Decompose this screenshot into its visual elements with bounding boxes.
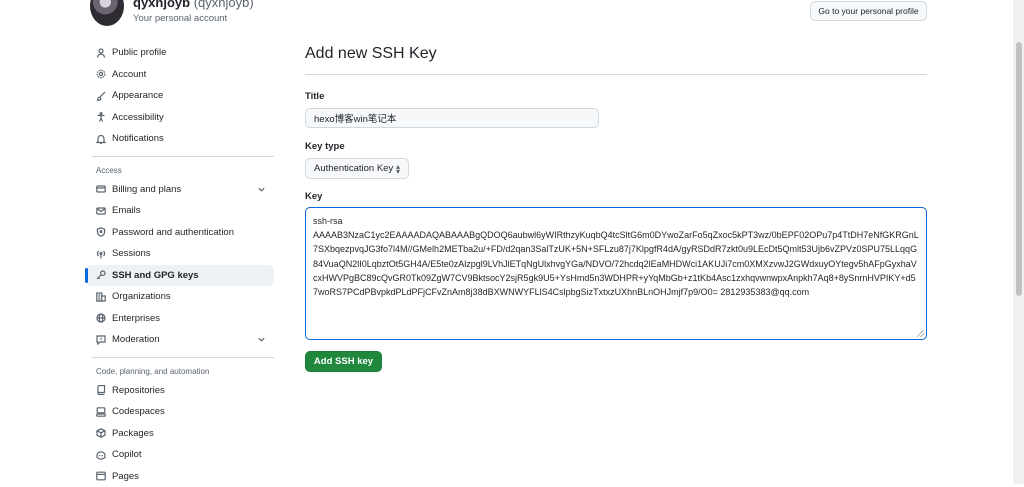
- sidebar-item-emails[interactable]: Emails: [86, 200, 274, 222]
- sidebar-divider: [92, 357, 274, 358]
- bell-icon: [96, 134, 106, 144]
- globe-icon: [96, 313, 106, 323]
- sidebar-item-accessibility[interactable]: Accessibility: [86, 107, 274, 129]
- person-icon: [96, 48, 106, 58]
- sidebar-item-label: Organizations: [112, 291, 171, 302]
- display-name[interactable]: qyxhjoyb: [133, 0, 190, 10]
- sidebar-item-label: SSH and GPG keys: [112, 270, 199, 281]
- key-textarea[interactable]: ssh-rsa AAAAB3NzaC1yc2EAAAADAQABAAABgQDO…: [305, 207, 927, 340]
- select-arrows-icon: ▴▾: [396, 164, 400, 174]
- sidebar-item-label: Billing and plans: [112, 184, 181, 195]
- add-ssh-key-form: Add new SSH Key Title hexo博客win笔记本 Key t…: [305, 40, 927, 372]
- sidebar-item-copilot[interactable]: Copilot: [86, 444, 274, 466]
- account-subtitle: Your personal account: [133, 13, 227, 24]
- key-label: Key: [305, 191, 927, 202]
- sidebar-item-account[interactable]: Account: [86, 64, 274, 86]
- resize-handle-icon[interactable]: [917, 330, 924, 337]
- add-ssh-key-button[interactable]: Add SSH key: [305, 351, 382, 372]
- sidebar-item-label: Sessions: [112, 248, 151, 259]
- sidebar-item-label: Emails: [112, 205, 141, 216]
- sidebar-item-packages[interactable]: Packages: [86, 423, 274, 445]
- scrollbar-thumb[interactable]: [1016, 42, 1022, 296]
- sidebar-item-label: Repositories: [112, 385, 165, 396]
- login-name: (qyxhjoyb): [194, 0, 254, 10]
- chevron-down-icon[interactable]: [257, 335, 266, 344]
- sidebar-item-label: Accessibility: [112, 112, 164, 123]
- sidebar-item-enterprises[interactable]: Enterprises: [86, 308, 274, 330]
- sidebar-item-label: Enterprises: [112, 313, 160, 324]
- codespaces-icon: [96, 407, 106, 417]
- chevron-down-icon[interactable]: [257, 185, 266, 194]
- mail-icon: [96, 206, 106, 216]
- key-type-value: Authentication Key: [314, 163, 393, 174]
- organization-icon: [96, 292, 106, 302]
- sidebar-item-label: Account: [112, 69, 146, 80]
- gear-icon: [96, 69, 106, 79]
- sidebar-item-repositories[interactable]: Repositories: [86, 380, 274, 402]
- sidebar-item-label: Appearance: [112, 90, 163, 101]
- sidebar-item-label: Moderation: [112, 334, 160, 345]
- sidebar-item-password[interactable]: Password and authentication: [86, 222, 274, 244]
- sidebar-item-moderation[interactable]: Moderation: [86, 329, 274, 351]
- sidebar-item-label: Pages: [112, 471, 139, 482]
- sidebar-divider: [92, 156, 274, 157]
- sidebar-item-label: Copilot: [112, 449, 142, 460]
- sidebar-item-codespaces[interactable]: Codespaces: [86, 401, 274, 423]
- sidebar-section-access: Access: [86, 163, 274, 179]
- settings-sidebar: Public profile Account Appearance Access…: [86, 42, 274, 487]
- go-to-profile-button[interactable]: Go to your personal profile: [810, 1, 927, 21]
- copilot-icon: [96, 450, 106, 460]
- key-type-label: Key type: [305, 141, 927, 152]
- sidebar-item-ssh-gpg-keys[interactable]: SSH and GPG keys: [86, 265, 274, 287]
- sidebar-item-sessions[interactable]: Sessions: [86, 243, 274, 265]
- credit-card-icon: [96, 184, 106, 194]
- report-icon: [96, 335, 106, 345]
- title-input[interactable]: hexo博客win笔记本: [305, 108, 599, 128]
- sidebar-item-appearance[interactable]: Appearance: [86, 85, 274, 107]
- account-name: qyxhjoyb (qyxhjoyb): [133, 0, 254, 10]
- key-text-line1: ssh-rsa: [313, 214, 919, 228]
- sidebar-item-notifications[interactable]: Notifications: [86, 128, 274, 150]
- sidebar-item-label: Password and authentication: [112, 227, 234, 238]
- repo-icon: [96, 385, 106, 395]
- sidebar-item-label: Public profile: [112, 47, 166, 58]
- sidebar-item-label: Packages: [112, 428, 154, 439]
- sidebar-item-public-profile[interactable]: Public profile: [86, 42, 274, 64]
- page-title: Add new SSH Key: [305, 45, 927, 67]
- paintbrush-icon: [96, 91, 106, 101]
- key-text: AAAAB3NzaC1yc2EAAAADAQABAAABgQDOQ6aubwl6…: [313, 228, 919, 299]
- avatar[interactable]: [90, 0, 124, 26]
- sidebar-item-organizations[interactable]: Organizations: [86, 286, 274, 308]
- title-divider: [305, 74, 927, 75]
- account-header: qyxhjoyb (qyxhjoyb) Your personal accoun…: [0, 0, 1024, 40]
- broadcast-icon: [96, 249, 106, 259]
- sidebar-item-billing[interactable]: Billing and plans: [86, 179, 274, 201]
- key-icon: [96, 270, 106, 280]
- sidebar-section-code: Code, planning, and automation: [86, 364, 274, 380]
- shield-lock-icon: [96, 227, 106, 237]
- key-type-select[interactable]: Authentication Key ▴▾: [305, 158, 409, 179]
- title-label: Title: [305, 91, 927, 102]
- sidebar-item-label: Notifications: [112, 133, 164, 144]
- package-icon: [96, 428, 106, 438]
- browser-icon: [96, 471, 106, 481]
- accessibility-icon: [96, 112, 106, 122]
- sidebar-item-label: Codespaces: [112, 406, 165, 417]
